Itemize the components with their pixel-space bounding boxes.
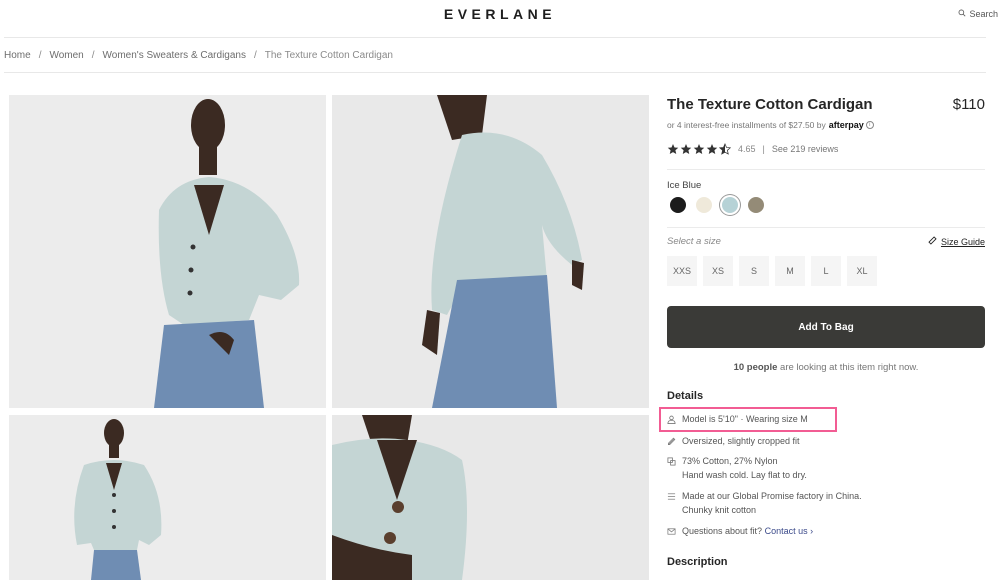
care-instructions: Hand wash cold. Lay flat to dry.	[682, 470, 807, 480]
detail-factory-text: Made at our Global Promise factory in Ch…	[682, 489, 862, 517]
size-option-xxs[interactable]: XXS	[667, 256, 697, 286]
contact-us-link[interactable]: Contact us ›	[765, 526, 814, 536]
material-composition: 73% Cotton, 27% Nylon	[682, 456, 778, 466]
rating-stars	[667, 143, 731, 155]
breadcrumb-sweaters-cardigans[interactable]: Women's Sweaters & Cardigans	[103, 50, 246, 61]
color-swatch-black[interactable]	[670, 197, 686, 213]
product-rating: 4.65 | See 219 reviews	[667, 143, 838, 155]
description-heading: Description	[667, 556, 728, 568]
star-half-icon	[719, 143, 731, 155]
divider	[667, 227, 985, 228]
person-icon	[667, 412, 676, 426]
detail-material-text: 73% Cotton, 27% Nylon Hand wash cold. La…	[682, 454, 807, 482]
afterpay-installments: or 4 interest-free installments of $27.5…	[667, 120, 874, 130]
rating-value: 4.65	[738, 144, 756, 154]
product-photo-full-body[interactable]	[9, 415, 326, 580]
questions-text: Questions about fit?	[682, 526, 763, 536]
viewers-notice: 10 people are looking at this item right…	[667, 362, 985, 373]
afterpay-logo: afterpay	[828, 120, 864, 130]
fabric-icon	[667, 454, 676, 468]
breadcrumb-separator: /	[253, 50, 257, 61]
detail-fit-text: Oversized, slightly cropped fit	[682, 436, 800, 446]
color-swatch-cream[interactable]	[696, 197, 712, 213]
search-icon	[958, 9, 966, 19]
breadcrumb-current: The Texture Cotton Cardigan	[264, 50, 393, 61]
detail-factory: Made at our Global Promise factory in Ch…	[667, 489, 862, 517]
breadcrumb-home[interactable]: Home	[4, 50, 31, 61]
list-icon	[667, 489, 676, 503]
detail-model-text: Model is 5'10" · Wearing size M	[682, 414, 808, 424]
divider	[667, 169, 985, 170]
size-option-m[interactable]: M	[775, 256, 805, 286]
breadcrumb: Home / Women / Women's Sweaters & Cardig…	[4, 50, 393, 61]
info-icon[interactable]: i	[865, 121, 874, 129]
add-to-bag-button[interactable]: Add To Bag	[667, 306, 985, 348]
detail-fit: Oversized, slightly cropped fit	[667, 434, 800, 448]
size-option-l[interactable]: L	[811, 256, 841, 286]
size-option-xl[interactable]: XL	[847, 256, 877, 286]
pencil-icon	[667, 434, 676, 448]
breadcrumb-women[interactable]: Women	[49, 50, 83, 61]
star-icon	[680, 144, 692, 154]
search-label: Search	[969, 9, 998, 19]
detail-model: Model is 5'10" · Wearing size M	[667, 412, 808, 426]
breadcrumb-separator: /	[91, 50, 95, 61]
star-icon	[706, 144, 718, 154]
star-icon	[693, 144, 705, 154]
knit-info: Chunky knit cotton	[682, 505, 757, 515]
color-swatch-taupe[interactable]	[748, 197, 764, 213]
reviews-link[interactable]: See 219 reviews	[772, 144, 839, 154]
product-photo-back[interactable]	[332, 95, 649, 408]
detail-questions-text: Questions about fit? Contact us ›	[682, 524, 813, 538]
size-option-xs[interactable]: XS	[703, 256, 733, 286]
detail-questions: Questions about fit? Contact us ›	[667, 524, 813, 538]
product-title: The Texture Cotton Cardigan	[667, 96, 873, 113]
header-divider	[4, 37, 986, 38]
select-size-label: Select a size	[667, 236, 721, 247]
top-navigation: EVERLANE Search	[0, 0, 1000, 37]
breadcrumb-divider	[4, 72, 986, 73]
viewers-count: 10 people	[733, 362, 778, 373]
size-options: XXS XS S M L XL	[667, 256, 877, 286]
viewers-text: are looking at this item right now.	[780, 362, 919, 373]
detail-material: 73% Cotton, 27% Nylon Hand wash cold. La…	[667, 454, 807, 482]
factory-info: Made at our Global Promise factory in Ch…	[682, 491, 862, 501]
rating-separator: |	[762, 144, 765, 154]
breadcrumb-separator: /	[38, 50, 42, 61]
details-heading: Details	[667, 390, 704, 402]
star-icon	[667, 144, 679, 154]
selected-color-label: Ice Blue	[667, 180, 702, 191]
color-swatch-ice-blue[interactable]	[722, 197, 738, 213]
ruler-icon	[928, 236, 937, 247]
brand-logo[interactable]: EVERLANE	[0, 6, 1000, 22]
mail-icon	[667, 524, 676, 538]
color-swatches	[670, 197, 764, 213]
product-price: $110	[952, 96, 985, 113]
size-option-s[interactable]: S	[739, 256, 769, 286]
search-button[interactable]: Search	[958, 9, 998, 19]
product-photo-front[interactable]	[9, 95, 326, 408]
size-guide-link[interactable]: Size Guide	[928, 236, 985, 247]
product-photo-closeup[interactable]	[332, 415, 649, 580]
afterpay-text: or 4 interest-free installments of $27.5…	[667, 120, 826, 130]
size-guide-label: Size Guide	[940, 236, 985, 247]
